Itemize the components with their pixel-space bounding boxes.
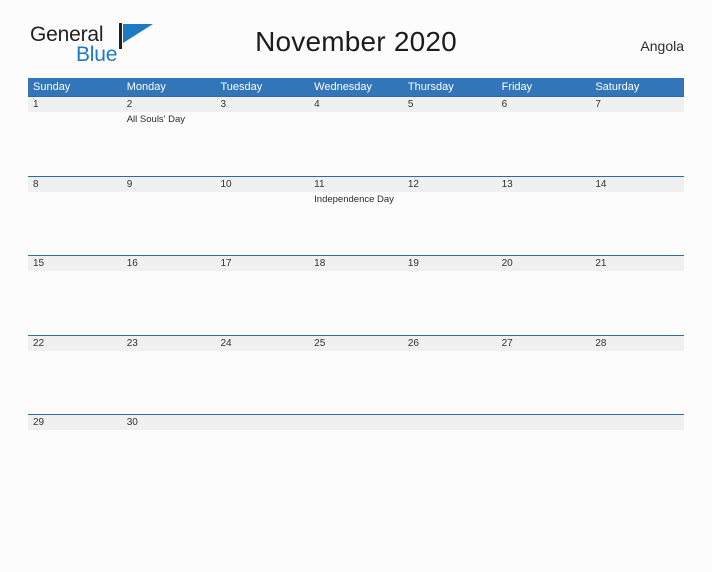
week-event-strip xyxy=(28,271,684,331)
day-number[interactable]: 18 xyxy=(309,256,403,271)
day-event[interactable] xyxy=(309,351,403,411)
day-event[interactable] xyxy=(215,430,309,490)
day-event[interactable] xyxy=(28,271,122,331)
week-row: 15 16 17 18 19 20 21 xyxy=(28,255,684,335)
day-event[interactable] xyxy=(215,351,309,411)
day-number[interactable]: 13 xyxy=(497,177,591,192)
week-date-strip: 15 16 17 18 19 20 21 xyxy=(28,256,684,271)
page-title: November 2020 xyxy=(255,26,457,57)
week-event-strip xyxy=(28,351,684,411)
day-event[interactable] xyxy=(28,112,122,172)
day-number[interactable]: 10 xyxy=(215,177,309,192)
day-event[interactable] xyxy=(122,192,216,252)
day-number[interactable]: 15 xyxy=(28,256,122,271)
day-number[interactable] xyxy=(497,415,591,430)
day-number[interactable] xyxy=(215,415,309,430)
day-event[interactable] xyxy=(215,271,309,331)
day-number[interactable]: 4 xyxy=(309,97,403,112)
week-event-strip: All Souls' Day xyxy=(28,112,684,172)
day-number[interactable]: 29 xyxy=(28,415,122,430)
day-number[interactable] xyxy=(590,415,684,430)
day-number[interactable]: 28 xyxy=(590,336,684,351)
week-row: 1 2 3 4 5 6 7 All Souls' Day xyxy=(28,96,684,176)
day-event[interactable] xyxy=(590,112,684,172)
weekday-header-saturday: Saturday xyxy=(595,81,640,93)
day-number[interactable]: 11 xyxy=(309,177,403,192)
day-number[interactable]: 3 xyxy=(215,97,309,112)
day-number[interactable]: 7 xyxy=(590,97,684,112)
day-event[interactable] xyxy=(403,430,497,490)
day-number[interactable]: 16 xyxy=(122,256,216,271)
day-event[interactable] xyxy=(590,430,684,490)
day-event[interactable] xyxy=(122,430,216,490)
day-event[interactable] xyxy=(590,192,684,252)
day-number[interactable]: 14 xyxy=(590,177,684,192)
week-date-strip: 1 2 3 4 5 6 7 xyxy=(28,97,684,112)
weekday-header-friday: Friday xyxy=(501,81,533,93)
day-event[interactable] xyxy=(28,192,122,252)
day-event[interactable] xyxy=(497,192,591,252)
calendar-grid: Sunday Monday Tuesday Wednesday Thursday… xyxy=(28,78,684,494)
weekday-header-monday: Monday xyxy=(126,81,166,93)
day-number[interactable]: 17 xyxy=(215,256,309,271)
day-number[interactable]: 12 xyxy=(403,177,497,192)
day-number[interactable]: 9 xyxy=(122,177,216,192)
day-number[interactable]: 27 xyxy=(497,336,591,351)
week-row: 22 23 24 25 26 27 28 xyxy=(28,334,684,415)
day-event[interactable] xyxy=(403,192,497,252)
day-number[interactable]: 2 xyxy=(122,97,216,112)
day-number[interactable] xyxy=(403,415,497,430)
day-event[interactable] xyxy=(497,351,591,411)
week-row: 29 30 xyxy=(28,414,684,494)
day-number[interactable]: 22 xyxy=(28,336,122,351)
day-number[interactable]: 19 xyxy=(403,256,497,271)
day-number[interactable]: 25 xyxy=(309,336,403,351)
day-event[interactable] xyxy=(215,112,309,172)
week-date-strip: 22 23 24 25 26 27 28 xyxy=(28,335,684,351)
page-header: General Blue November 2020 Angola xyxy=(28,22,684,74)
day-event[interactable] xyxy=(590,271,684,331)
day-event[interactable] xyxy=(403,351,497,411)
weekday-header-tuesday: Tuesday xyxy=(220,81,263,93)
day-number[interactable]: 24 xyxy=(215,336,309,351)
day-event[interactable] xyxy=(497,271,591,331)
day-number[interactable]: 26 xyxy=(403,336,497,351)
day-number[interactable]: 5 xyxy=(403,97,497,112)
day-event[interactable]: Independence Day xyxy=(309,192,403,252)
day-event[interactable] xyxy=(309,430,403,490)
day-number[interactable]: 20 xyxy=(497,256,591,271)
day-event[interactable] xyxy=(309,112,403,172)
day-number[interactable]: 21 xyxy=(590,256,684,271)
day-number[interactable]: 8 xyxy=(28,177,122,192)
day-event[interactable]: All Souls' Day xyxy=(122,112,216,172)
week-date-strip: 29 30 xyxy=(28,415,684,430)
weekday-header-sunday: Sunday xyxy=(33,81,71,93)
country-label: Angola xyxy=(640,38,684,54)
day-number[interactable]: 1 xyxy=(28,97,122,112)
day-event[interactable] xyxy=(590,351,684,411)
day-event[interactable] xyxy=(309,271,403,331)
week-event-strip: Independence Day xyxy=(28,192,684,252)
day-event[interactable] xyxy=(497,112,591,172)
day-event[interactable] xyxy=(122,351,216,411)
day-event[interactable] xyxy=(28,351,122,411)
day-number[interactable]: 6 xyxy=(497,97,591,112)
day-event[interactable] xyxy=(403,112,497,172)
day-number[interactable] xyxy=(309,415,403,430)
day-event[interactable] xyxy=(215,192,309,252)
weekday-header-wednesday: Wednesday xyxy=(314,81,373,93)
day-number[interactable]: 23 xyxy=(122,336,216,351)
day-event[interactable] xyxy=(28,430,122,490)
day-event[interactable] xyxy=(403,271,497,331)
week-event-strip xyxy=(28,430,684,490)
week-row: 8 9 10 11 12 13 14 Independence Day xyxy=(28,175,684,256)
week-date-strip: 8 9 10 11 12 13 14 xyxy=(28,176,684,192)
day-number[interactable]: 30 xyxy=(122,415,216,430)
weekday-header-thursday: Thursday xyxy=(407,81,454,93)
day-event[interactable] xyxy=(497,430,591,490)
weekday-header-row: Sunday Monday Tuesday Wednesday Thursday… xyxy=(28,78,684,96)
day-event[interactable] xyxy=(122,271,216,331)
